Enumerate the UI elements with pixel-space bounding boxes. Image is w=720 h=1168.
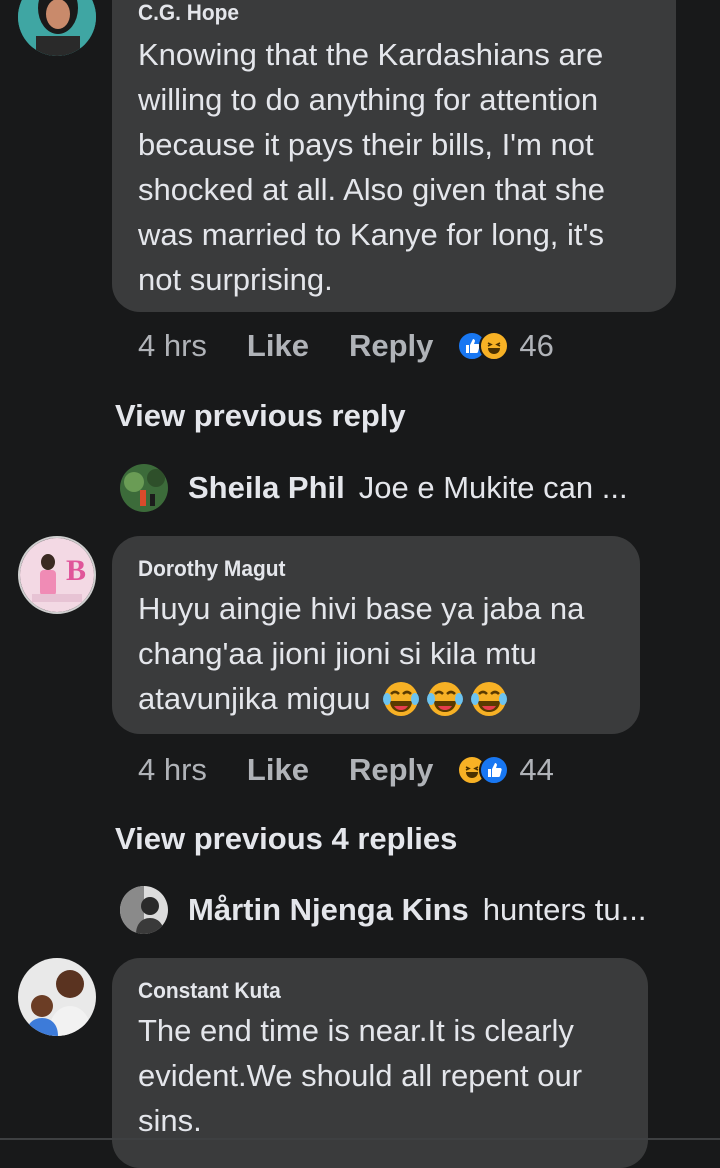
avatar[interactable]: B — [18, 536, 96, 614]
tears-of-joy-icon — [382, 681, 419, 716]
comment-text-line: not surprising. — [138, 262, 333, 297]
reply-button[interactable]: Reply — [349, 752, 433, 788]
reply-button[interactable]: Reply — [349, 328, 433, 364]
reaction-count: 44 — [519, 752, 554, 787]
avatar[interactable] — [18, 958, 96, 1036]
reaction-count: 46 — [519, 328, 554, 363]
comment-bubble: Dorothy Magut Huyu aingie hivi base ya j… — [112, 536, 640, 734]
comment-actions: 4 hrs Like Reply 46 — [138, 328, 554, 364]
comment-author[interactable]: Constant Kuta — [138, 978, 623, 1004]
comment-author[interactable]: Dorothy Magut — [138, 556, 615, 582]
comment-actions: 4 hrs Like Reply 44 — [138, 752, 554, 788]
reply-author[interactable]: Sheila Phil — [188, 470, 345, 506]
comment-text-line: sins. — [138, 1103, 202, 1138]
comment-text-line: willing to do anything for attention — [138, 82, 599, 117]
comment-text-line: atavunjika miguu — [138, 676, 640, 721]
comment-text-line: because it pays their bills, I'm not — [138, 127, 594, 162]
comment-bubble: Constant Kuta The end time is near.It is… — [112, 958, 648, 1168]
reply-text: Joe e Mukite can ... — [358, 470, 628, 505]
reply-preview[interactable]: Sheila Phil Joe e Mukite can ... — [120, 464, 628, 512]
avatar — [120, 886, 168, 934]
tears-of-joy-icon — [470, 681, 507, 716]
comment-text-line: chang'aa jioni jioni si kila mtu — [138, 636, 537, 671]
comment-text-line: was married to Kanye for long, it's — [138, 217, 604, 252]
tears-of-joy-icon — [426, 681, 463, 716]
reply-text: hunters tu... — [482, 892, 647, 927]
like-button[interactable]: Like — [247, 752, 309, 788]
svg-text:B: B — [66, 554, 86, 587]
like-icon — [479, 755, 510, 785]
like-button[interactable]: Like — [247, 328, 309, 364]
reply-preview[interactable]: Mårtin Njenga Kins hunters tu... — [120, 886, 646, 934]
haha-icon — [479, 331, 510, 361]
reaction-summary[interactable]: 46 — [457, 328, 554, 364]
view-previous-replies-link[interactable]: View previous reply — [115, 398, 406, 434]
avatar — [120, 464, 168, 512]
comment-text-line: shocked at all. Also given that she — [138, 172, 606, 207]
comment-author[interactable]: C.G. Hope — [138, 0, 649, 26]
divider — [0, 1138, 720, 1140]
avatar[interactable] — [18, 0, 96, 56]
comment-bubble: C.G. Hope Knowing that the Kardashians a… — [112, 0, 676, 312]
reply-author[interactable]: Mårtin Njenga Kins — [188, 892, 469, 928]
comment-text-line: Huyu aingie hivi base ya jaba na — [138, 591, 585, 626]
view-previous-replies-link[interactable]: View previous 4 replies — [115, 821, 457, 857]
comment-text-line: The end time is near.It is clearly — [138, 1013, 574, 1048]
comment-text-line: Knowing that the Kardashians are — [138, 37, 604, 72]
comment-text-line: evident.We should all repent our — [138, 1058, 583, 1093]
reaction-summary[interactable]: 44 — [457, 752, 554, 788]
comment-timestamp[interactable]: 4 hrs — [138, 328, 207, 364]
comment-timestamp[interactable]: 4 hrs — [138, 752, 207, 788]
comment-text-segment: atavunjika miguu — [138, 681, 371, 716]
